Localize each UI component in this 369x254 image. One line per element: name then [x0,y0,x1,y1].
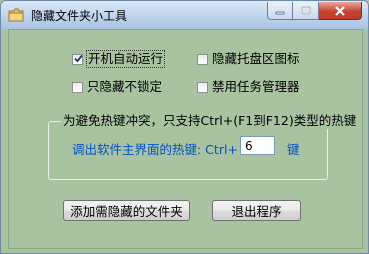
hide-only-label: 只隐藏不锁定 [87,79,163,94]
title-bar[interactable]: 隐藏文件夹小工具 [1,1,368,29]
hotkey-input[interactable] [240,136,275,155]
disable-task-manager-checkbox[interactable] [197,81,208,93]
option-hide-only[interactable]: 只隐藏不锁定 [72,79,162,95]
window-title: 隐藏文件夹小工具 [31,9,128,23]
window-controls [267,2,362,21]
hotkey-label: 调出软件主界面的热键: Ctrl+ F [72,142,250,157]
maximize-button[interactable] [293,2,319,20]
hotkey-group-title: 为避免热键冲突，只支持Ctrl+(F1到F12)类型的热键 [61,110,359,129]
close-button[interactable] [319,2,362,20]
option-autostart[interactable]: 开机自动运行 [72,50,166,68]
close-icon [335,5,345,16]
minimize-icon [275,11,285,14]
exit-button[interactable]: 退出程序 [212,200,301,221]
folder-icon [8,8,24,22]
hide-tray-icon-label: 隐藏托盘区图标 [212,51,300,66]
option-hide-tray-icon[interactable]: 隐藏托盘区图标 [197,51,300,67]
add-folder-button[interactable]: 添加需隐藏的文件夹 [63,200,190,221]
autostart-label: 开机自动运行 [85,50,166,68]
disable-task-manager-label: 禁用任务管理器 [212,79,300,94]
minimize-button[interactable] [267,2,293,20]
checkmark-icon [74,54,83,62]
autostart-checkbox[interactable] [72,53,83,65]
option-disable-task-manager[interactable]: 禁用任务管理器 [197,79,300,95]
app-window: 隐藏文件夹小工具 开机自动运行 隐藏托盘区图标 只隐藏不锁定 禁用任务管理器 为… [0,0,369,254]
hide-tray-icon-checkbox[interactable] [197,53,208,65]
hide-only-checkbox[interactable] [72,81,83,93]
hotkey-suffix: 键 [287,142,300,157]
main-panel: 开机自动运行 隐藏托盘区图标 只隐藏不锁定 禁用任务管理器 为避免热键冲突，只支… [8,29,363,249]
maximize-icon [300,5,311,15]
